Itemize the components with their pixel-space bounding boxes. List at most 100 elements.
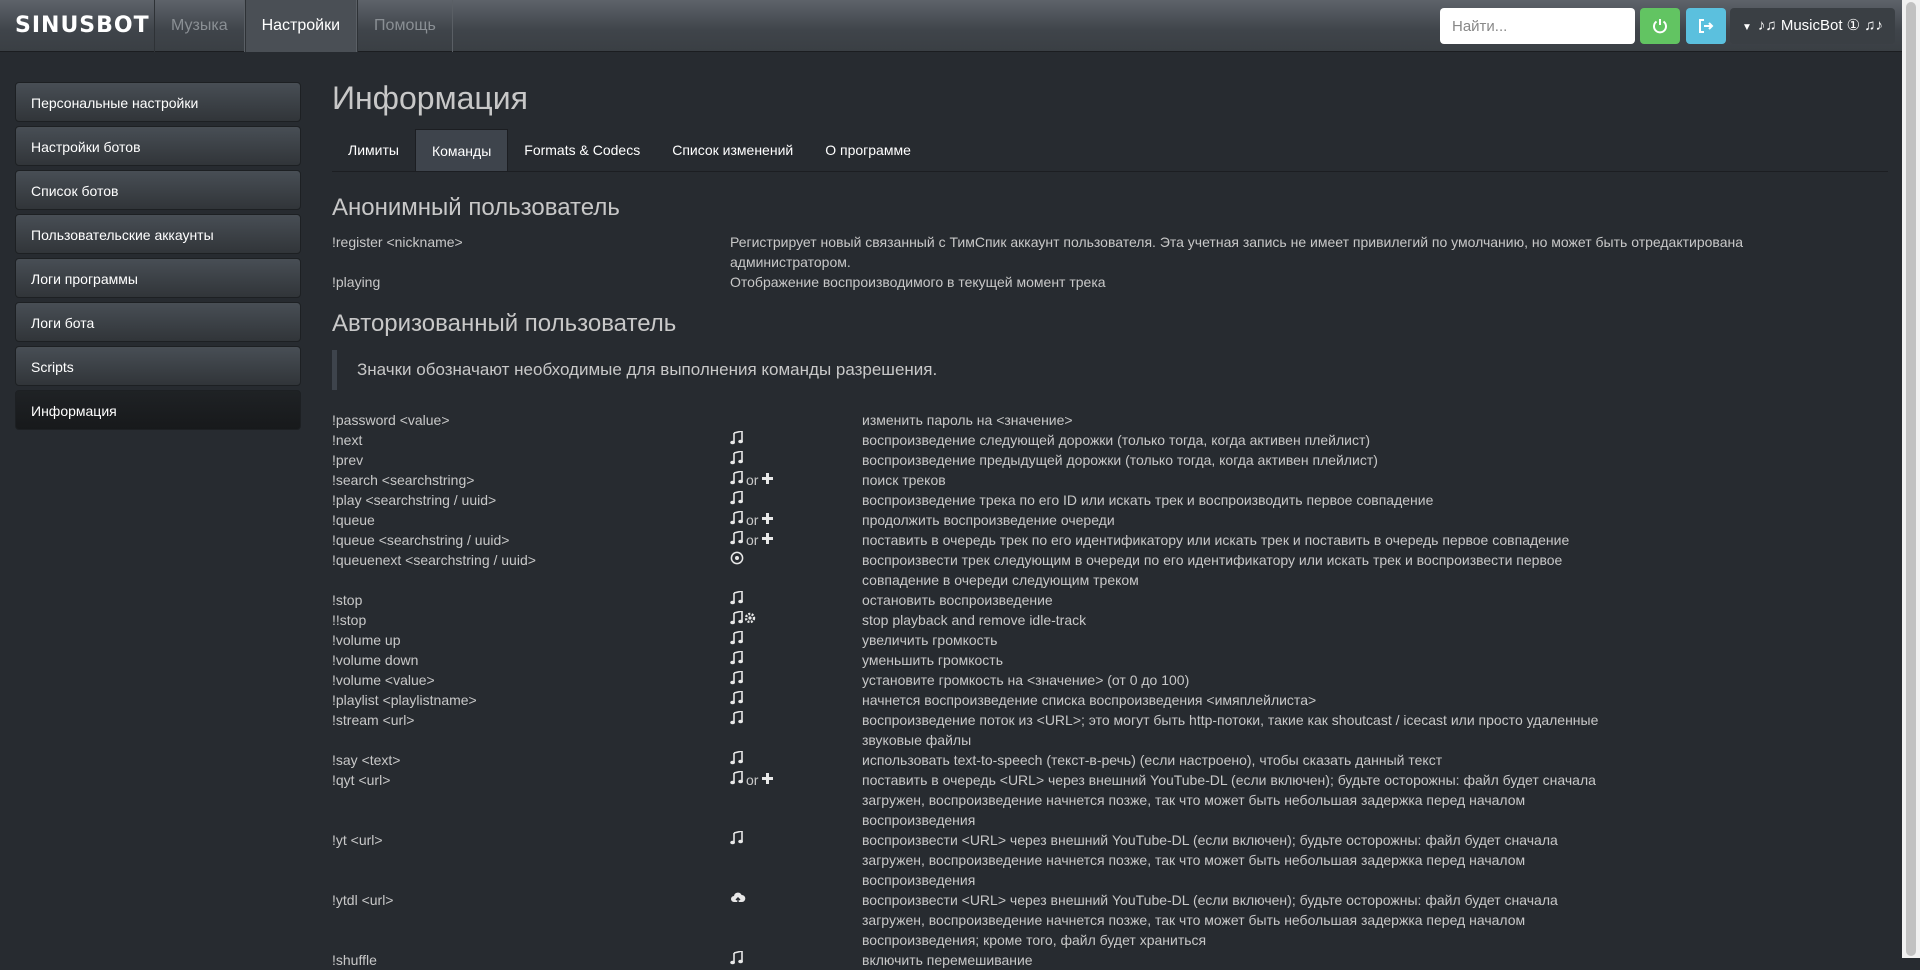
sidebar-item-scripts[interactable]: Scripts [15, 346, 301, 386]
music-note-icon [730, 749, 743, 770]
command-row: !register <nickname> Регистрирует новый с… [332, 232, 1892, 272]
command-row: !stream <url> воспроизведение поток из <U… [332, 709, 1892, 750]
tab-about[interactable]: О программе [809, 129, 927, 171]
command-row: !yt <url> воспроизвести <URL> через внешн… [332, 829, 1892, 890]
command-description: воспроизведение поток из <URL>; это могу… [862, 712, 1599, 748]
page-title: Информация [332, 80, 528, 116]
command-name: !ytdl <url> [332, 892, 394, 908]
command-description: увеличить громкость [862, 632, 998, 648]
tab-commands[interactable]: Команды [414, 129, 509, 171]
command-row: !ytdl <url> воспроизвести <URL> через вне… [332, 890, 1892, 950]
music-note-icon [730, 429, 743, 450]
command-description: изменить пароль на <значение> [862, 412, 1073, 428]
command-description: начнется воспроизведение списка воспроиз… [862, 692, 1317, 708]
command-description: Отображение воспроизводимого в текущей м… [730, 274, 1106, 290]
brand-logo[interactable]: SINUSBOT [15, 0, 150, 52]
command-name: !volume <value> [332, 672, 435, 688]
command-name: !prev [332, 452, 364, 468]
tab-changelog[interactable]: Список изменений [656, 129, 809, 171]
permission-icons [730, 829, 862, 890]
command-name: !say <text> [332, 752, 401, 768]
command-row: !stop остановить воспроизведение [332, 589, 1892, 610]
command-name: !volume down [332, 652, 419, 668]
tab-limits[interactable]: Лимиты [332, 129, 415, 171]
sign-out-icon [1699, 19, 1714, 33]
permission-icons [730, 429, 862, 450]
top-nav: Музыка Настройки Помощь [154, 0, 453, 52]
sidebar-item-bot-settings[interactable]: Настройки ботов [15, 126, 301, 166]
search-input[interactable] [1440, 8, 1635, 44]
music-note-icon [730, 509, 743, 530]
command-row: !search <searchstring> or поиск треков [332, 469, 1892, 490]
music-note-icon [730, 829, 743, 850]
page-scrollbar[interactable] [1902, 0, 1920, 958]
sidebar-item-bot-logs[interactable]: Логи бота [15, 302, 301, 342]
music-note-icon [730, 649, 743, 670]
command-name: !stream <url> [332, 712, 415, 728]
permission-icons: or [730, 469, 862, 490]
command-row: !shuffle включить перемешивание [332, 949, 1892, 970]
permission-icons [730, 449, 862, 470]
command-row: !queue or продолжить воспроизведение очере… [332, 509, 1892, 530]
sidebar-item-personal-settings[interactable]: Персональные настройки [15, 82, 301, 122]
sidebar-item-user-accounts[interactable]: Пользовательские аккаунты [15, 214, 301, 254]
permission-icons [730, 649, 862, 670]
circle-play-icon [730, 550, 744, 570]
command-description: воспроизвести <URL> через внешний YouTub… [862, 892, 1558, 948]
command-row: !volume down уменьшить громкость [332, 649, 1892, 670]
command-name: !playlist <playlistname> [332, 692, 477, 708]
sidebar-item-info[interactable]: Информация [15, 390, 301, 430]
music-note-icon [730, 629, 743, 650]
plus-icon [761, 510, 774, 530]
permissions-note: Значки обозначают необходимые для выполн… [332, 350, 1632, 390]
bot-selector[interactable]: ▼ ♪♫ MusicBot ① ♫♪ [1730, 8, 1896, 44]
command-name: !queuenext <searchstring / uuid> [332, 552, 536, 568]
plus-icon [761, 770, 774, 790]
settings-sidebar: Персональные настройки Настройки ботов С… [15, 82, 301, 434]
sidebar-item-bot-list[interactable]: Список ботов [15, 170, 301, 210]
scrollbar-thumb[interactable] [1906, 2, 1916, 956]
permission-icons [730, 550, 862, 590]
command-row: !qyt <url> or поставить в очередь <URL> че… [332, 769, 1892, 830]
command-row: !playing Отображение воспроизводимого в т… [332, 272, 1892, 292]
command-name: !stop [332, 592, 363, 608]
cloud-upload-icon [730, 890, 746, 910]
top-nav-settings[interactable]: Настройки [244, 0, 358, 52]
command-name: !volume up [332, 632, 401, 648]
command-description: использовать text-to-speech (текст-в-реч… [862, 752, 1443, 768]
music-note-icon [730, 769, 743, 790]
command-name: !next [332, 432, 363, 448]
command-row: !queuenext <searchstring / uuid> воспроиз… [332, 550, 1892, 590]
command-name: !shuffle [332, 952, 377, 968]
command-name: !qyt <url> [332, 772, 391, 788]
command-description: уменьшить громкость [862, 652, 1004, 668]
music-note-icon [730, 709, 743, 730]
power-button[interactable] [1640, 8, 1680, 44]
top-navbar: SINUSBOT Музыка Настройки Помощь ▼ ♪♫ Mus… [0, 0, 1902, 52]
command-description: продолжить воспроизведение очереди [862, 512, 1115, 528]
music-note-icon [730, 449, 743, 470]
top-nav-help[interactable]: Помощь [357, 0, 453, 52]
permission-icons: or [730, 529, 862, 550]
plus-icon [761, 470, 774, 490]
command-description: включить перемешивание [862, 952, 1033, 968]
command-name: !yt <url> [332, 832, 383, 848]
command-row: !next воспроизведение следующей дорожки (… [332, 429, 1892, 450]
top-nav-music[interactable]: Музыка [154, 0, 245, 52]
power-icon [1653, 19, 1667, 34]
sidebar-item-program-logs[interactable]: Логи программы [15, 258, 301, 298]
permission-icons [730, 890, 862, 950]
command-description: воспроизвести трек следующим в очереди п… [862, 552, 1563, 588]
command-row: !volume up увеличить громкость [332, 629, 1892, 650]
command-row: !queue <searchstring / uuid> or поставить … [332, 529, 1892, 550]
gear-icon [743, 610, 757, 630]
music-note-icon [730, 529, 743, 550]
command-row: !play <searchstring / uuid> воспроизведен… [332, 489, 1892, 510]
logout-button[interactable] [1686, 8, 1726, 44]
music-note-icon [730, 489, 743, 510]
command-description: воспроизвести <URL> через внешний YouTub… [862, 832, 1558, 888]
tab-formats-codecs[interactable]: Formats & Codecs [508, 129, 656, 171]
or-label: or [746, 772, 759, 788]
music-note-icon [730, 469, 743, 490]
permission-icons [730, 669, 862, 690]
